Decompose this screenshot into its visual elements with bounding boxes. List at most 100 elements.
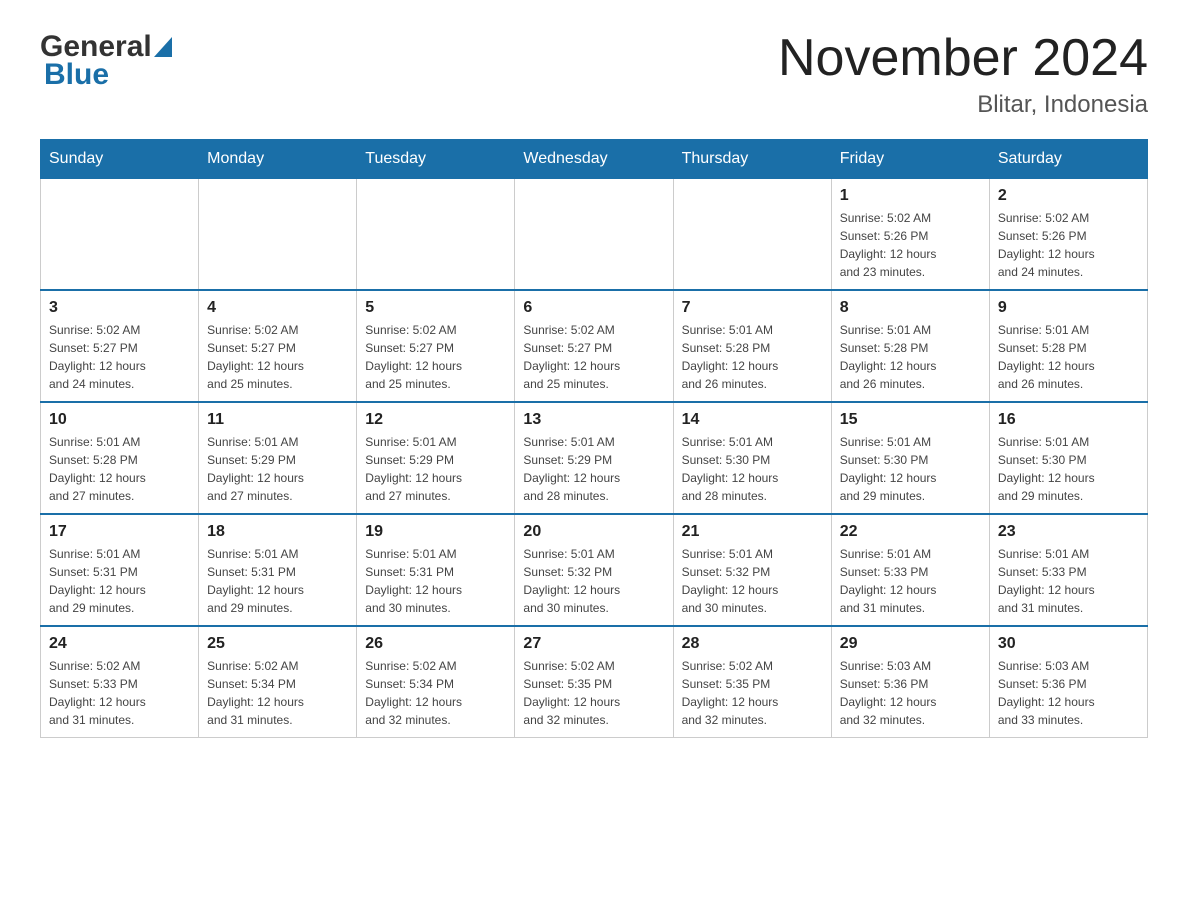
day-info: Sunrise: 5:02 AMSunset: 5:27 PMDaylight:… xyxy=(207,321,348,393)
day-number: 5 xyxy=(365,299,506,317)
day-info: Sunrise: 5:02 AMSunset: 5:33 PMDaylight:… xyxy=(49,657,190,729)
calendar-cell: 18Sunrise: 5:01 AMSunset: 5:31 PMDayligh… xyxy=(199,514,357,626)
day-info: Sunrise: 5:02 AMSunset: 5:35 PMDaylight:… xyxy=(523,657,664,729)
day-number: 27 xyxy=(523,635,664,653)
day-info: Sunrise: 5:02 AMSunset: 5:34 PMDaylight:… xyxy=(365,657,506,729)
calendar-cell: 8 Sunrise: 5:01 AMSunset: 5:28 PMDaylight… xyxy=(831,290,989,402)
calendar-cell: 15Sunrise: 5:01 AMSunset: 5:30 PMDayligh… xyxy=(831,402,989,514)
calendar-cell: 22 Sunrise: 5:01 AMSunset: 5:33 PMDayligh… xyxy=(831,514,989,626)
weekday-header-tuesday: Tuesday xyxy=(357,140,515,179)
week-row-4: 17 Sunrise: 5:01 AMSunset: 5:31 PMDayligh… xyxy=(41,514,1148,626)
week-row-1: 1 Sunrise: 5:02 AMSunset: 5:26 PMDaylight… xyxy=(41,179,1148,291)
day-info: Sunrise: 5:02 AMSunset: 5:26 PMDaylight:… xyxy=(998,209,1139,281)
week-row-2: 3 Sunrise: 5:02 AMSunset: 5:27 PMDaylight… xyxy=(41,290,1148,402)
calendar-cell: 26 Sunrise: 5:02 AMSunset: 5:34 PMDayligh… xyxy=(357,626,515,738)
day-number: 10 xyxy=(49,411,190,429)
day-info: Sunrise: 5:02 AMSunset: 5:27 PMDaylight:… xyxy=(523,321,664,393)
weekday-header-friday: Friday xyxy=(831,140,989,179)
weekday-header-sunday: Sunday xyxy=(41,140,199,179)
day-number: 8 xyxy=(840,299,981,317)
logo: General Blue xyxy=(40,30,172,92)
day-info: Sunrise: 5:01 AMSunset: 5:28 PMDaylight:… xyxy=(49,433,190,505)
calendar-cell: 6 Sunrise: 5:02 AMSunset: 5:27 PMDaylight… xyxy=(515,290,673,402)
calendar-subtitle: Blitar, Indonesia xyxy=(778,91,1148,119)
logo-blue-text: Blue xyxy=(40,58,109,92)
day-number: 4 xyxy=(207,299,348,317)
calendar-cell: 2 Sunrise: 5:02 AMSunset: 5:26 PMDaylight… xyxy=(989,179,1147,291)
day-info: Sunrise: 5:02 AMSunset: 5:27 PMDaylight:… xyxy=(365,321,506,393)
day-info: Sunrise: 5:01 AMSunset: 5:32 PMDaylight:… xyxy=(523,545,664,617)
day-number: 11 xyxy=(207,411,348,429)
day-info: Sunrise: 5:02 AMSunset: 5:34 PMDaylight:… xyxy=(207,657,348,729)
day-info: Sunrise: 5:01 AMSunset: 5:28 PMDaylight:… xyxy=(682,321,823,393)
calendar-cell: 21 Sunrise: 5:01 AMSunset: 5:32 PMDayligh… xyxy=(673,514,831,626)
calendar-cell xyxy=(673,179,831,291)
day-info: Sunrise: 5:03 AMSunset: 5:36 PMDaylight:… xyxy=(998,657,1139,729)
calendar-cell: 25 Sunrise: 5:02 AMSunset: 5:34 PMDayligh… xyxy=(199,626,357,738)
calendar-cell xyxy=(515,179,673,291)
day-number: 6 xyxy=(523,299,664,317)
calendar-cell: 12 Sunrise: 5:01 AMSunset: 5:29 PMDayligh… xyxy=(357,402,515,514)
weekday-header-wednesday: Wednesday xyxy=(515,140,673,179)
day-info: Sunrise: 5:01 AMSunset: 5:30 PMDaylight:… xyxy=(840,433,981,505)
calendar-cell: 1 Sunrise: 5:02 AMSunset: 5:26 PMDaylight… xyxy=(831,179,989,291)
day-info: Sunrise: 5:01 AMSunset: 5:28 PMDaylight:… xyxy=(998,321,1139,393)
day-info: Sunrise: 5:01 AMSunset: 5:29 PMDaylight:… xyxy=(365,433,506,505)
calendar-cell: 23Sunrise: 5:01 AMSunset: 5:33 PMDayligh… xyxy=(989,514,1147,626)
day-number: 2 xyxy=(998,187,1139,205)
day-info: Sunrise: 5:01 AMSunset: 5:29 PMDaylight:… xyxy=(523,433,664,505)
day-info: Sunrise: 5:01 AMSunset: 5:30 PMDaylight:… xyxy=(682,433,823,505)
calendar-cell: 11 Sunrise: 5:01 AMSunset: 5:29 PMDayligh… xyxy=(199,402,357,514)
weekday-header-saturday: Saturday xyxy=(989,140,1147,179)
calendar-cell xyxy=(41,179,199,291)
day-number: 12 xyxy=(365,411,506,429)
day-info: Sunrise: 5:01 AMSunset: 5:29 PMDaylight:… xyxy=(207,433,348,505)
day-info: Sunrise: 5:02 AMSunset: 5:26 PMDaylight:… xyxy=(840,209,981,281)
day-number: 25 xyxy=(207,635,348,653)
day-number: 20 xyxy=(523,523,664,541)
day-number: 23 xyxy=(998,523,1139,541)
calendar-cell: 19 Sunrise: 5:01 AMSunset: 5:31 PMDayligh… xyxy=(357,514,515,626)
calendar-cell: 28 Sunrise: 5:02 AMSunset: 5:35 PMDayligh… xyxy=(673,626,831,738)
week-row-3: 10 Sunrise: 5:01 AMSunset: 5:28 PMDayligh… xyxy=(41,402,1148,514)
day-number: 24 xyxy=(49,635,190,653)
day-number: 3 xyxy=(49,299,190,317)
day-number: 1 xyxy=(840,187,981,205)
day-number: 7 xyxy=(682,299,823,317)
day-info: Sunrise: 5:01 AMSunset: 5:32 PMDaylight:… xyxy=(682,545,823,617)
day-number: 9 xyxy=(998,299,1139,317)
calendar-cell: 14 Sunrise: 5:01 AMSunset: 5:30 PMDayligh… xyxy=(673,402,831,514)
logo-triangle-icon xyxy=(154,37,172,57)
title-area: November 2024 Blitar, Indonesia xyxy=(778,30,1148,119)
day-info: Sunrise: 5:01 AMSunset: 5:33 PMDaylight:… xyxy=(840,545,981,617)
day-number: 28 xyxy=(682,635,823,653)
day-info: Sunrise: 5:01 AMSunset: 5:28 PMDaylight:… xyxy=(840,321,981,393)
day-info: Sunrise: 5:01 AMSunset: 5:30 PMDaylight:… xyxy=(998,433,1139,505)
calendar-table: SundayMondayTuesdayWednesdayThursdayFrid… xyxy=(40,139,1148,738)
calendar-cell xyxy=(357,179,515,291)
calendar-cell xyxy=(199,179,357,291)
calendar-title: November 2024 xyxy=(778,30,1148,87)
weekday-header-row: SundayMondayTuesdayWednesdayThursdayFrid… xyxy=(41,140,1148,179)
day-info: Sunrise: 5:01 AMSunset: 5:31 PMDaylight:… xyxy=(49,545,190,617)
calendar-cell: 30 Sunrise: 5:03 AMSunset: 5:36 PMDayligh… xyxy=(989,626,1147,738)
calendar-cell: 29Sunrise: 5:03 AMSunset: 5:36 PMDayligh… xyxy=(831,626,989,738)
day-number: 17 xyxy=(49,523,190,541)
day-number: 16 xyxy=(998,411,1139,429)
day-number: 19 xyxy=(365,523,506,541)
day-number: 21 xyxy=(682,523,823,541)
calendar-cell: 13Sunrise: 5:01 AMSunset: 5:29 PMDayligh… xyxy=(515,402,673,514)
calendar-cell: 24 Sunrise: 5:02 AMSunset: 5:33 PMDayligh… xyxy=(41,626,199,738)
day-number: 26 xyxy=(365,635,506,653)
day-number: 14 xyxy=(682,411,823,429)
weekday-header-monday: Monday xyxy=(199,140,357,179)
weekday-header-thursday: Thursday xyxy=(673,140,831,179)
day-info: Sunrise: 5:02 AMSunset: 5:27 PMDaylight:… xyxy=(49,321,190,393)
day-info: Sunrise: 5:02 AMSunset: 5:35 PMDaylight:… xyxy=(682,657,823,729)
calendar-cell: 20 Sunrise: 5:01 AMSunset: 5:32 PMDayligh… xyxy=(515,514,673,626)
calendar-cell: 4 Sunrise: 5:02 AMSunset: 5:27 PMDaylight… xyxy=(199,290,357,402)
day-number: 30 xyxy=(998,635,1139,653)
day-number: 22 xyxy=(840,523,981,541)
day-info: Sunrise: 5:03 AMSunset: 5:36 PMDaylight:… xyxy=(840,657,981,729)
day-info: Sunrise: 5:01 AMSunset: 5:31 PMDaylight:… xyxy=(365,545,506,617)
